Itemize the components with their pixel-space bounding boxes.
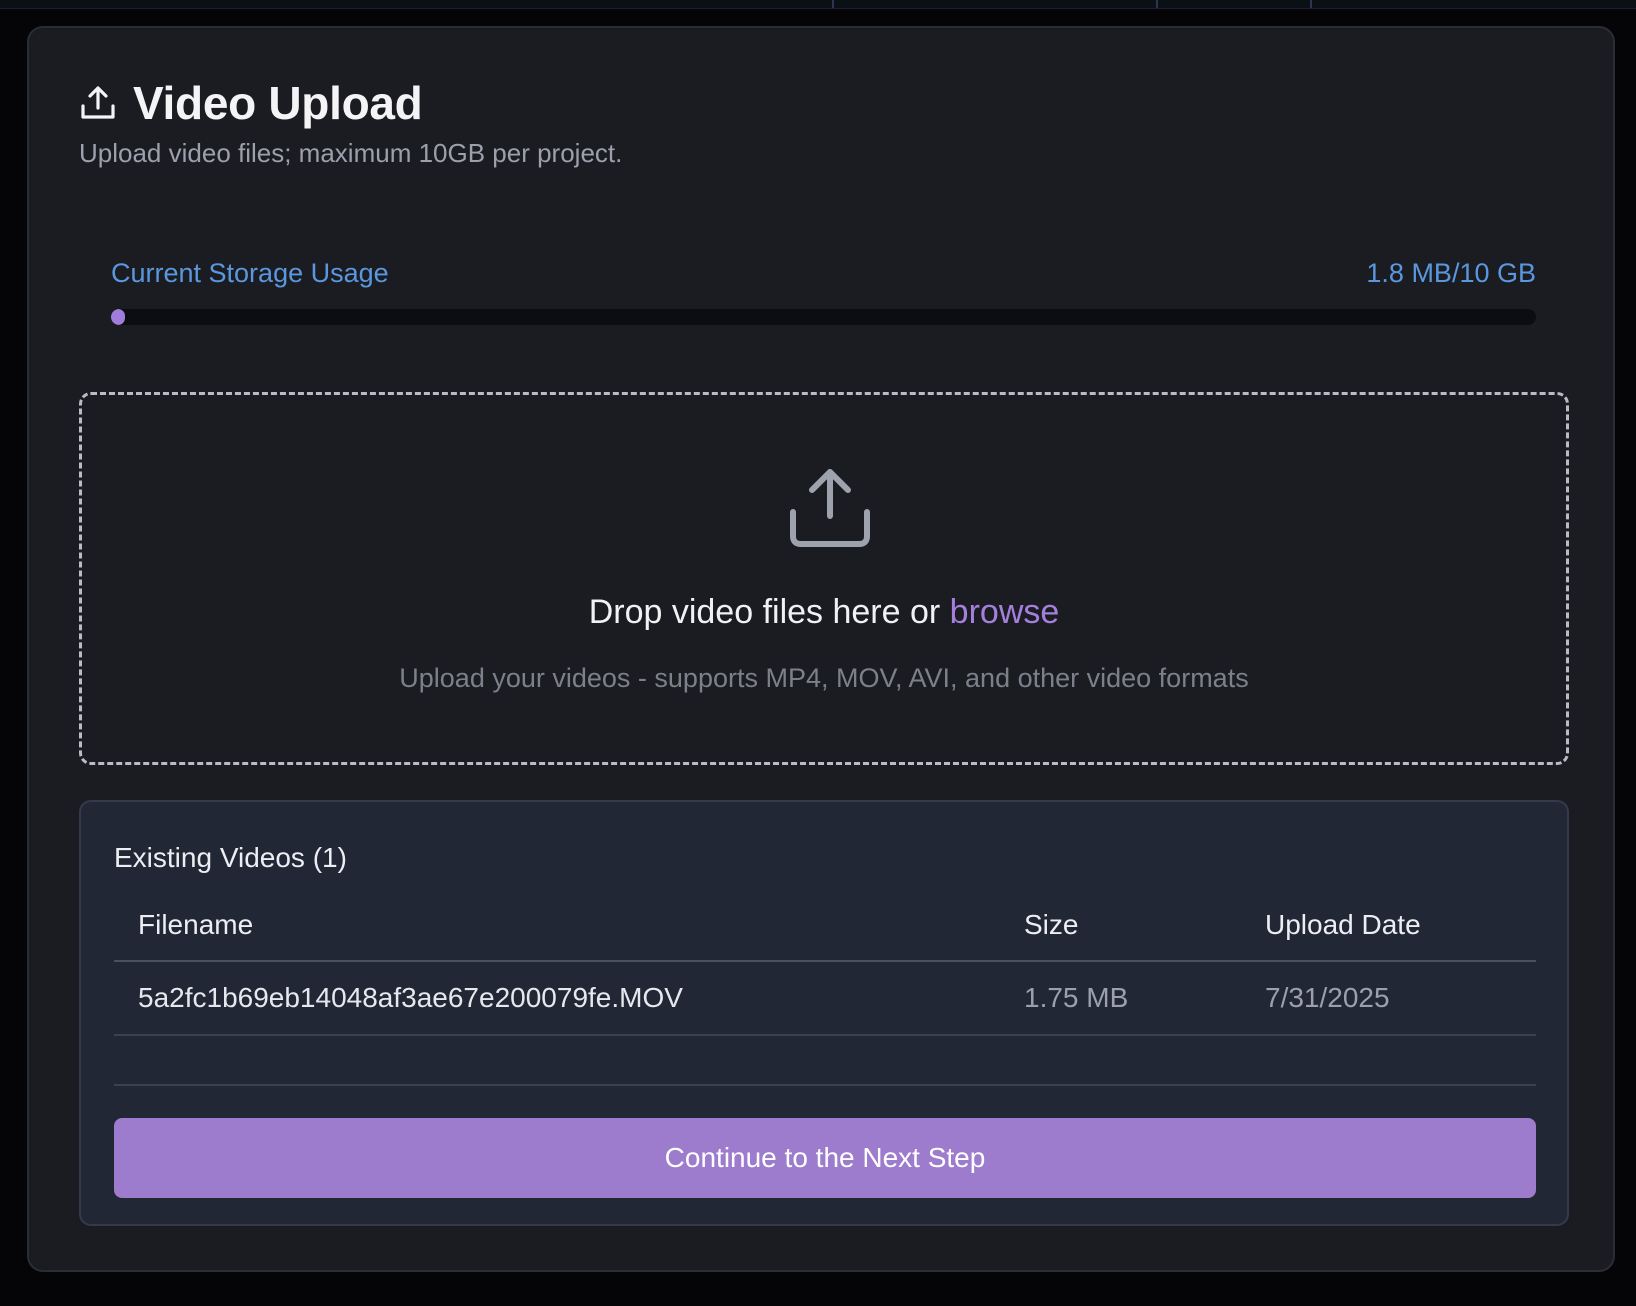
column-header-filename: Filename bbox=[114, 890, 1000, 962]
existing-videos-title: Existing Videos (1) bbox=[114, 842, 347, 873]
panel-header: Video Upload bbox=[79, 76, 423, 130]
dropzone-prompt-text: Drop video files here or bbox=[588, 593, 941, 631]
page-subtitle: Upload video files; maximum 10GB per pro… bbox=[79, 138, 623, 168]
continue-button[interactable]: Continue to the Next Step bbox=[114, 1118, 1536, 1198]
storage-usage: Current Storage Usage 1.8 MB/10 GB bbox=[111, 258, 1536, 325]
video-upload-panel: Video Upload Upload video files; maximum… bbox=[27, 26, 1615, 1272]
upload-icon bbox=[79, 84, 117, 122]
existing-videos-card: Existing Videos (1) Filename Size Upload… bbox=[79, 800, 1569, 1226]
nav-divider bbox=[1310, 0, 1312, 8]
browse-link[interactable]: browse bbox=[950, 593, 1060, 631]
table-header-row: Filename Size Upload Date bbox=[114, 890, 1536, 962]
dropzone-hint: Upload your videos - supports MP4, MOV, … bbox=[399, 663, 1249, 693]
storage-usage-label: Current Storage Usage bbox=[111, 258, 389, 288]
storage-usage-value: 1.8 MB/10 GB bbox=[1366, 258, 1536, 288]
divider bbox=[114, 1084, 1536, 1086]
video-filename: 5a2fc1b69eb14048af3ae67e200079fe.MOV bbox=[114, 961, 1000, 1036]
nav-divider bbox=[832, 0, 834, 8]
column-header-upload-date: Upload Date bbox=[1241, 890, 1536, 962]
top-navigation-bar-partial bbox=[0, 0, 1636, 9]
existing-videos-table: Filename Size Upload Date 5a2fc1b69eb140… bbox=[114, 890, 1536, 1036]
video-upload-date: 7/31/2025 bbox=[1241, 961, 1536, 1036]
video-size: 1.75 MB bbox=[1000, 961, 1241, 1036]
nav-divider bbox=[1156, 0, 1158, 8]
dropzone-prompt: Drop video files here or browse bbox=[82, 593, 1566, 632]
column-header-size: Size bbox=[1000, 890, 1241, 962]
table-row[interactable]: 5a2fc1b69eb14048af3ae67e200079fe.MOV 1.7… bbox=[114, 961, 1536, 1036]
storage-usage-header: Current Storage Usage 1.8 MB/10 GB bbox=[111, 258, 1536, 289]
upload-icon bbox=[787, 464, 873, 550]
storage-progress-bar bbox=[111, 309, 1536, 325]
page-title: Video Upload bbox=[133, 77, 423, 129]
video-dropzone[interactable]: Drop video files here or browse Upload y… bbox=[79, 392, 1569, 765]
storage-progress-fill bbox=[111, 309, 126, 325]
